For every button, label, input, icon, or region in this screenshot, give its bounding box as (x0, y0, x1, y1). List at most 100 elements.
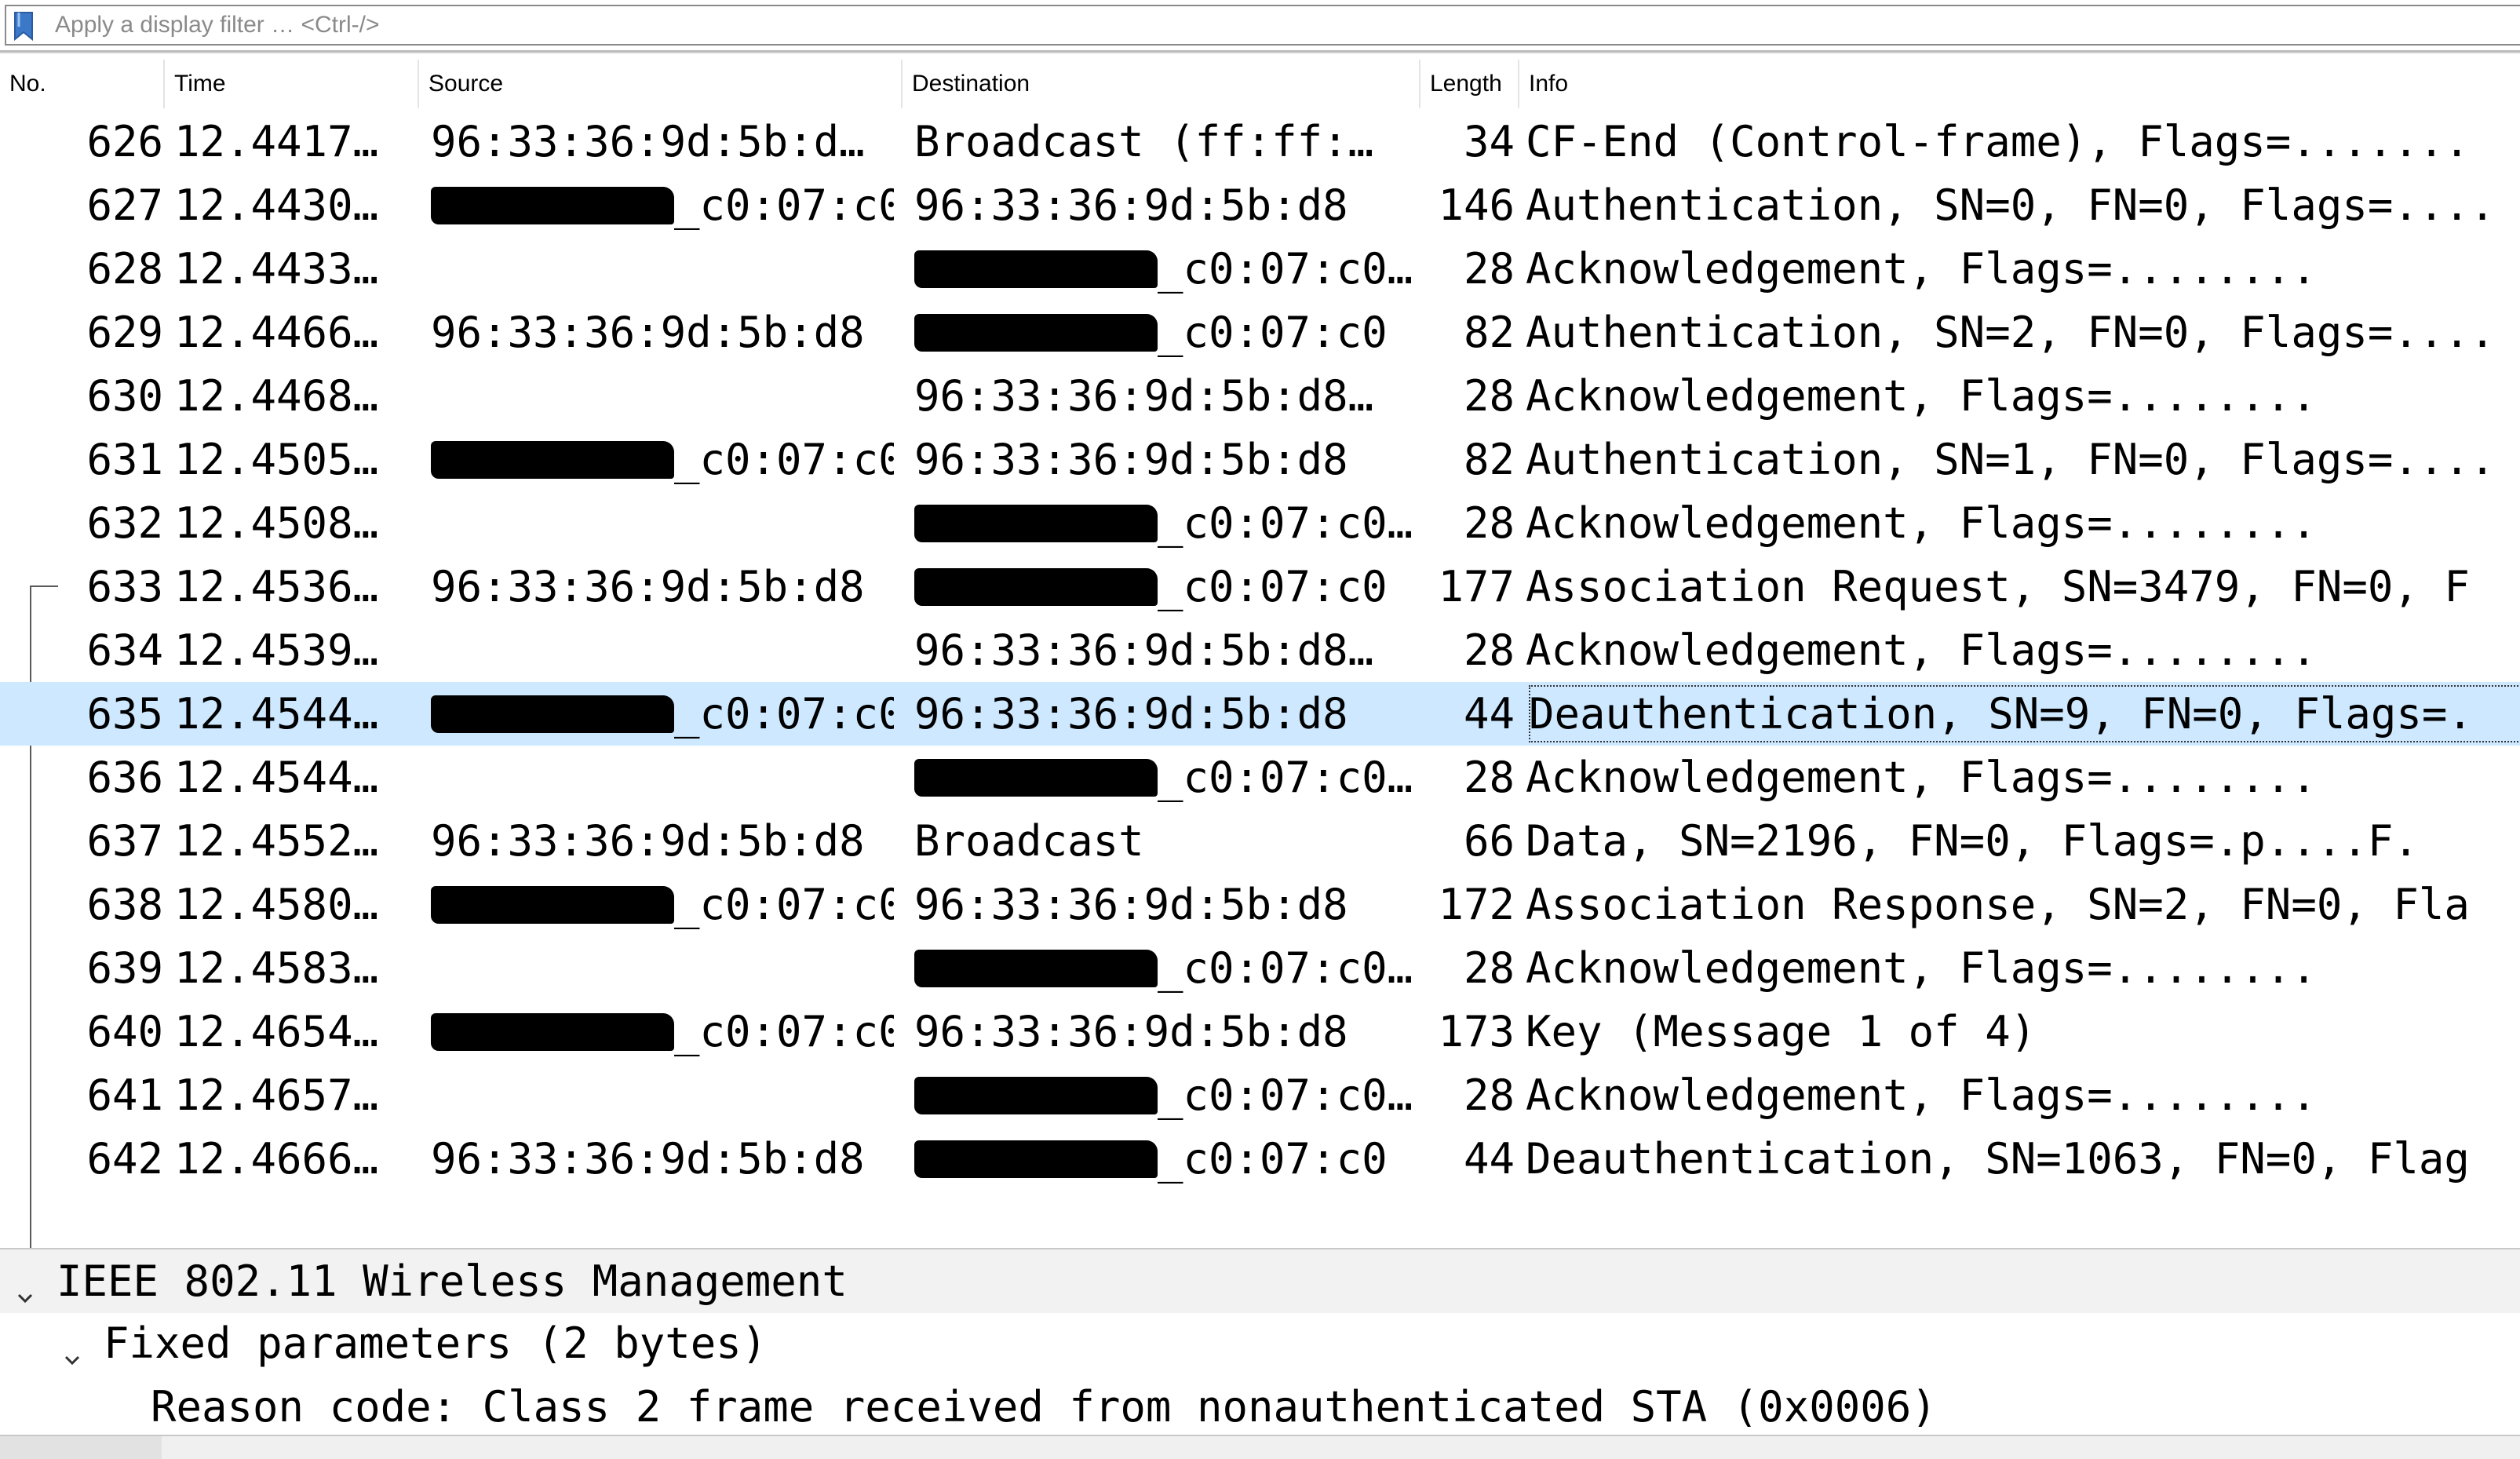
tree-item-ieee80211-mgmt[interactable]: IEEE 802.11 Wireless Management (0, 1249, 2520, 1313)
cell-no: 629 (0, 301, 163, 364)
cell-destination-text: 96:33:36:9d:5b:d8 (914, 689, 1348, 739)
cell-length-text: 146 (1438, 181, 1515, 230)
cell-time: 12.4580… (174, 873, 402, 936)
packet-row[interactable]: 637 12.4552… 96:33:36:9d:5b:d8 Broadcast 66 D… (0, 809, 2520, 873)
cell-no-text: 637 (86, 816, 163, 866)
column-header-info[interactable]: Info (1519, 60, 2520, 108)
packet-row[interactable]: 634 12.4539… 96:33:36:9d:5b:d8… 28 Acknowled… (0, 618, 2520, 682)
packet-row[interactable]: 641 12.4657… _c0:07:c0… 28 Acknowledgement, … (0, 1063, 2520, 1127)
cell-time: 12.4508… (174, 491, 402, 555)
tree-item-label: IEEE 802.11 Wireless Management (57, 1257, 848, 1306)
cell-no: 634 (0, 618, 163, 682)
packet-row[interactable]: 639 12.4583… _c0:07:c0… 28 Acknowledgement, … (0, 936, 2520, 1000)
bytes-pane-tab[interactable] (0, 1436, 162, 1459)
packet-row[interactable]: 640 12.4654… _c0:07:c0 96:33:36:9d:5b:d8 173… (0, 1000, 2520, 1063)
cell-info-text: Association Response, SN=2, FN=0, Fla (1526, 880, 2470, 929)
redacted-block (914, 1140, 1158, 1179)
packet-row[interactable]: 628 12.4433… _c0:07:c0… 28 Acknowledgement, … (0, 237, 2520, 301)
column-header-no[interactable]: No. (0, 60, 165, 108)
cell-no-text: 629 (86, 308, 163, 357)
cell-info-text: Key (Message 1 of 4) (1526, 1007, 2037, 1056)
cell-source: _c0:07:c0 (431, 428, 894, 491)
cell-length-text: 28 (1463, 1071, 1515, 1120)
cell-source: _c0:07:c0 (431, 682, 894, 746)
cell-destination: 96:33:36:9d:5b:d8 (914, 1000, 1417, 1063)
cell-length-text: 28 (1463, 244, 1515, 294)
chevron-down-icon[interactable] (58, 1329, 86, 1366)
cell-time-text: 12.4580… (174, 880, 379, 929)
cell-no: 638 (0, 873, 163, 936)
cell-info-text: Authentication, SN=0, FN=0, Flags=.... (1526, 181, 2496, 230)
redacted-block (431, 187, 674, 225)
packet-row[interactable]: 629 12.4466… 96:33:36:9d:5b:d8 _c0:07:c0 82 A… (0, 301, 2520, 364)
packet-row[interactable]: 626 12.4417… 96:33:36:9d:5b:d… Broadcast (f… (0, 110, 2520, 173)
cell-length-text: 82 (1463, 308, 1515, 357)
packet-row[interactable]: 630 12.4468… 96:33:36:9d:5b:d8… 28 Acknowled… (0, 364, 2520, 428)
cell-time: 12.4539… (174, 618, 402, 682)
cell-time-text: 12.4417… (174, 117, 379, 166)
cell-source-text: 96:33:36:9d:5b:d8 (431, 562, 865, 611)
cell-info: Key (Message 1 of 4) (1526, 1000, 2520, 1063)
cell-source-text: 96:33:36:9d:5b:d8 (431, 1134, 865, 1184)
cell-time: 12.4552… (174, 809, 402, 873)
cell-destination: 96:33:36:9d:5b:d8 (914, 428, 1417, 491)
cell-time: 12.4536… (174, 555, 402, 618)
packet-row[interactable]: 632 12.4508… _c0:07:c0… 28 Acknowledgement, … (0, 491, 2520, 555)
redacted-block (914, 505, 1158, 543)
tree-item-fixed-parameters[interactable]: Fixed parameters (2 bytes) (0, 1311, 2520, 1375)
redacted-block (914, 1077, 1158, 1115)
cell-destination: _c0:07:c0… (914, 746, 1417, 809)
cell-info-text: Association Request, SN=3479, FN=0, F (1526, 562, 2470, 611)
packet-details-pane: IEEE 802.11 Wireless Management Fixed pa… (0, 1248, 2520, 1436)
cell-length: 28 (1413, 364, 1515, 428)
column-header-source[interactable]: Source (419, 60, 903, 108)
cell-no: 631 (0, 428, 163, 491)
cell-info-text: Acknowledgement, Flags=........ (1526, 753, 2317, 802)
cell-length-text: 28 (1463, 943, 1515, 993)
cell-info-text: Acknowledgement, Flags=........ (1526, 498, 2317, 548)
packet-row[interactable]: 636 12.4544… _c0:07:c0… 28 Acknowledgement, … (0, 746, 2520, 809)
cell-info: Acknowledgement, Flags=........ (1526, 364, 2520, 428)
cell-destination-text: Broadcast (914, 816, 1144, 866)
cell-length: 177 (1413, 555, 1515, 618)
cell-length: 172 (1413, 873, 1515, 936)
chevron-down-icon[interactable] (11, 1267, 39, 1304)
cell-no-text: 630 (86, 371, 163, 421)
cell-length-text: 173 (1438, 1007, 1515, 1056)
cell-no-text: 633 (86, 562, 163, 611)
redacted-block (431, 1013, 674, 1052)
cell-info: Acknowledgement, Flags=........ (1526, 936, 2520, 1000)
tree-item-label: Fixed parameters (2 bytes) (104, 1319, 768, 1368)
packet-row[interactable]: 635 12.4544… _c0:07:c0 96:33:36:9d:5b:d8 44 D… (0, 682, 2520, 746)
cell-no-text: 627 (86, 181, 163, 230)
packet-row[interactable]: 633 12.4536… 96:33:36:9d:5b:d8 _c0:07:c0 177… (0, 555, 2520, 618)
bookmark-icon[interactable] (13, 11, 35, 42)
packet-row[interactable]: 638 12.4580… _c0:07:c0 96:33:36:9d:5b:d8 172… (0, 873, 2520, 936)
redacted-block (431, 695, 674, 734)
column-header-destination[interactable]: Destination (903, 60, 1420, 108)
cell-source (431, 936, 894, 1000)
column-header-length[interactable]: Length (1420, 60, 1519, 108)
cell-info: Authentication, SN=0, FN=0, Flags=.... (1526, 173, 2520, 237)
cell-length: 34 (1413, 110, 1515, 173)
cell-time: 12.4433… (174, 237, 402, 301)
cell-destination: _c0:07:c0… (914, 491, 1417, 555)
column-header-time[interactable]: Time (165, 60, 419, 108)
cell-destination-text: 96:33:36:9d:5b:d8 (914, 435, 1348, 484)
cell-time-text: 12.4508… (174, 498, 379, 548)
packet-row[interactable]: 642 12.4666… 96:33:36:9d:5b:d8 _c0:07:c0 44 D… (0, 1127, 2520, 1191)
cell-no-text: 638 (86, 880, 163, 929)
cell-no-text: 632 (86, 498, 163, 548)
cell-info: Acknowledgement, Flags=........ (1526, 1063, 2520, 1127)
cell-source (431, 1063, 894, 1127)
cell-info-text: Acknowledgement, Flags=........ (1526, 626, 2317, 675)
cell-source: 96:33:36:9d:5b:d8 (431, 555, 894, 618)
cell-no-text: 641 (86, 1071, 163, 1120)
tree-item-reason-code[interactable]: Reason code: Class 2 frame received from… (0, 1375, 2520, 1436)
cell-info: Association Response, SN=2, FN=0, Fla (1526, 873, 2520, 936)
packet-row[interactable]: 631 12.4505… _c0:07:c0 96:33:36:9d:5b:d8 82 A… (0, 428, 2520, 491)
cell-no: 632 (0, 491, 163, 555)
display-filter-input[interactable] (55, 9, 2511, 41)
cell-no-text: 635 (86, 689, 163, 739)
packet-row[interactable]: 627 12.4430… _c0:07:c0 96:33:36:9d:5b:d8 146… (0, 173, 2520, 237)
